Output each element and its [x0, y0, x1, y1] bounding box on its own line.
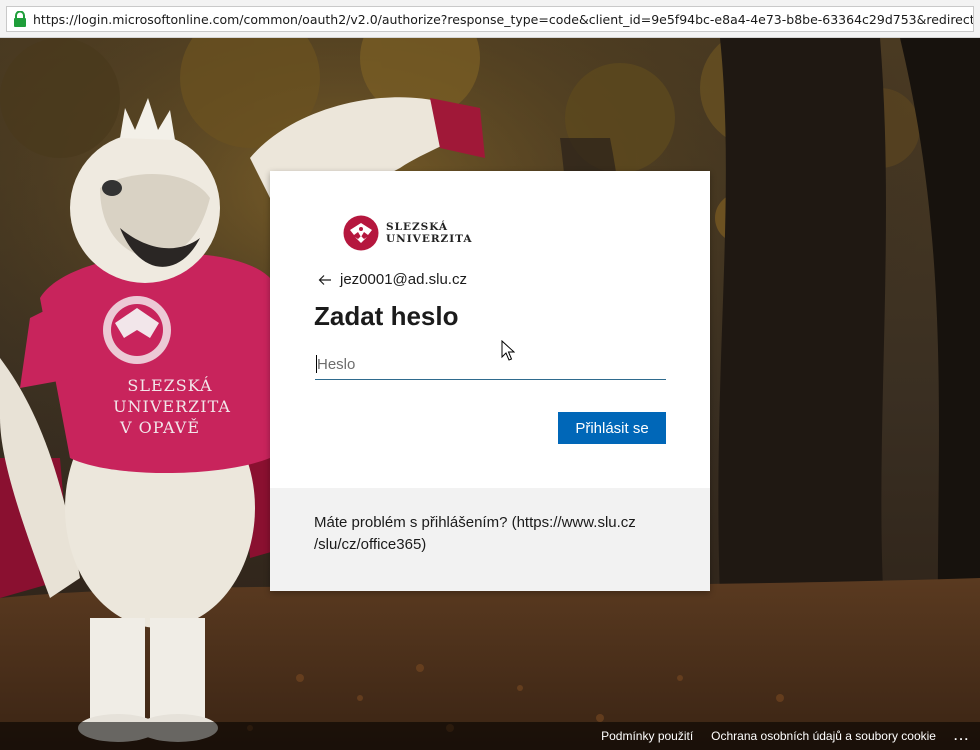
shirt-text-line1: SLEZSKÁ: [127, 375, 212, 395]
card-footer: Máte problém s přihlášením? (https://www…: [270, 488, 710, 591]
url-text[interactable]: https://login.microsoftonline.com/common…: [33, 12, 973, 27]
password-input[interactable]: [315, 349, 666, 380]
logo-line2: UNIVERZITA: [386, 233, 473, 245]
university-logo: SLEZSKÁ UNIVERZITA: [343, 215, 473, 251]
more-options-icon[interactable]: ...: [954, 729, 970, 743]
lock-icon: [14, 11, 26, 27]
mouse-pointer-icon: [501, 340, 515, 361]
footer-bar: Podmínky použití Ochrana osobních údajů …: [0, 722, 980, 750]
shirt-text-line3: V OPAVĚ: [119, 417, 200, 437]
shirt-text-line2: UNIVERZITA: [113, 397, 231, 416]
back-arrow-icon[interactable]: [318, 273, 332, 287]
university-emblem-icon: [343, 215, 379, 251]
terms-link[interactable]: Podmínky použití: [601, 729, 693, 743]
browser-address-bar: https://login.microsoftonline.com/common…: [0, 0, 980, 38]
help-link[interactable]: Máte problém s přihlášením? (https://www…: [314, 512, 674, 556]
privacy-link[interactable]: Ochrana osobních údajů a soubory cookie: [711, 729, 936, 743]
sign-in-button[interactable]: Přihlásit se: [558, 412, 666, 444]
page-title: Zadat heslo: [314, 301, 459, 331]
identity-row: jez0001@ad.slu.cz: [318, 271, 467, 288]
url-field[interactable]: https://login.microsoftonline.com/common…: [6, 6, 974, 32]
logo-text: SLEZSKÁ UNIVERZITA: [386, 221, 473, 245]
login-card: SLEZSKÁ UNIVERZITA jez0001@ad.slu.cz Zad…: [270, 171, 710, 591]
logo-line1: SLEZSKÁ: [386, 221, 449, 233]
text-caret: [316, 355, 317, 373]
account-email: jez0001@ad.slu.cz: [340, 271, 467, 288]
